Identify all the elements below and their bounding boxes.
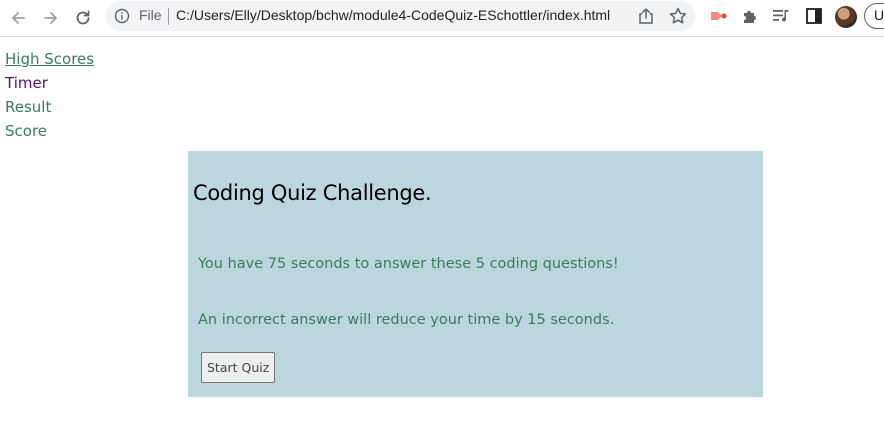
timer-label: Timer xyxy=(5,74,48,92)
quiz-intro-text: You have 75 seconds to answer these 5 co… xyxy=(198,256,619,272)
extension-icon[interactable] xyxy=(707,5,729,27)
high-scores-link[interactable]: High Scores xyxy=(5,47,94,71)
quiz-card: Coding Quiz Challenge. You have 75 secon… xyxy=(188,151,763,397)
puzzle-icon[interactable] xyxy=(739,5,761,27)
quiz-penalty-text: An incorrect answer will reduce your tim… xyxy=(198,312,615,328)
score-label: Score xyxy=(5,122,48,140)
address-separator xyxy=(168,8,169,25)
back-arrow-icon[interactable] xyxy=(4,4,32,32)
browser-toolbar: File C:/Users/Elly/Desktop/bchw/module4-… xyxy=(0,0,884,37)
result-label: Result xyxy=(5,98,52,116)
start-quiz-button[interactable]: Start Quiz xyxy=(201,352,276,383)
star-icon[interactable] xyxy=(668,6,688,26)
media-list-icon[interactable] xyxy=(770,5,792,27)
address-bar[interactable]: File C:/Users/Elly/Desktop/bchw/module4-… xyxy=(106,1,695,31)
side-panel-icon[interactable] xyxy=(803,5,825,27)
share-icon[interactable] xyxy=(636,6,656,26)
reload-icon[interactable] xyxy=(69,4,97,32)
profile-avatar[interactable] xyxy=(835,6,857,28)
page-content: High Scores Timer Result Score Coding Qu… xyxy=(0,37,884,444)
quiz-title: Coding Quiz Challenge. xyxy=(193,181,432,205)
info-icon[interactable] xyxy=(114,8,130,24)
url-text[interactable]: C:/Users/Elly/Desktop/bchw/module4-CodeQ… xyxy=(176,7,610,23)
profile-initial: U xyxy=(874,7,884,23)
file-scheme-label: File xyxy=(139,7,162,23)
header-nav: High Scores Timer Result Score xyxy=(5,47,94,143)
profile-button[interactable]: U xyxy=(864,3,884,29)
forward-arrow-icon[interactable] xyxy=(37,4,65,32)
